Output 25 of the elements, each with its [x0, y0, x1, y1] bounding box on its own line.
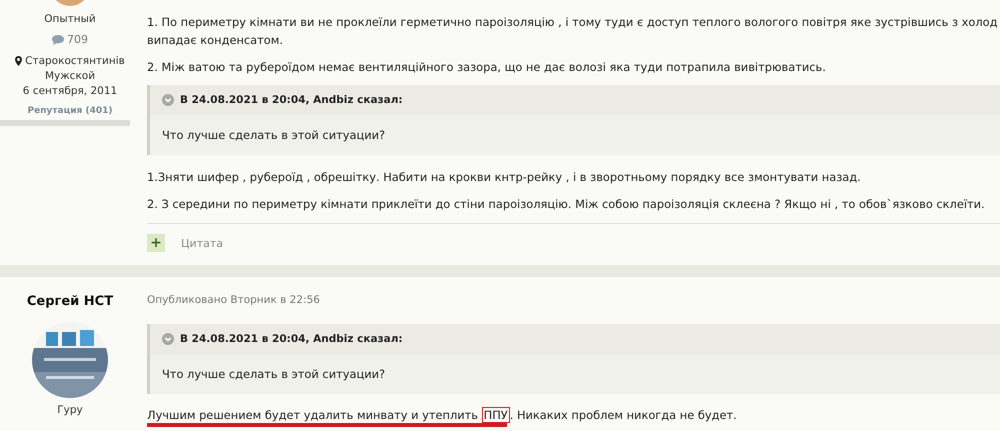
- map-pin-icon: [15, 56, 22, 66]
- member-rank: Опытный: [44, 12, 96, 26]
- quote-header: В 24.08.2021 в 20:04, Andbiz сказал:: [180, 333, 403, 345]
- member-rank: Гуру: [57, 403, 83, 417]
- author-name[interactable]: Сергей НСТ: [26, 294, 114, 310]
- quote-header: В 24.08.2021 в 20:04, Andbiz сказал:: [180, 94, 403, 106]
- quote-text: Что лучше сделать в этой ситуации?: [150, 115, 1000, 155]
- reputation-label: Репутация (401): [28, 105, 112, 117]
- post-text: 1. По периметру кімнати ви не проклеїли герметично пароізоляцію , і тому туди є доступ теплого вологого повітря яке зустрівшись з холод: [147, 14, 998, 31]
- chevron-icon[interactable]: [162, 333, 174, 345]
- post-text: випадає конденсатом.: [147, 32, 284, 49]
- post-text: Лучшим решением будет удалить минвату и утеплить ППУ . Никаких проблем никогда не будет.: [147, 407, 738, 423]
- post-count: 709: [67, 33, 88, 47]
- chevron-icon[interactable]: [162, 94, 174, 106]
- add-quote-button[interactable]: +: [147, 234, 165, 252]
- join-date: 6 сентября, 2011: [22, 84, 118, 98]
- quote-link[interactable]: Цитата: [181, 236, 223, 250]
- post-text: 2. З середини по периметру кімнати приклеїти до стіни пароізоляцію. Між собою пароізоляція склеєна ? Якщо ні , то обов`язково склеїти.: [147, 196, 986, 213]
- member-location: Старокостянтинів: [25, 54, 125, 68]
- member-gender: Мужской: [44, 69, 96, 83]
- quote-text: Что лучше сделать в этой ситуации?: [150, 354, 1000, 394]
- comment-icon: [52, 35, 64, 45]
- post-text: 1.Зняти шифер , рубероїд , обрешітку. Набити на крокви кнтр-рейку , і в зворотньому порядку все змонтувати назад.: [147, 169, 862, 186]
- post-text: 2. Між ватою та рубероїдом немає вентиляційного зазора, що не дає волозі яка туди потрапила вивітрюватись.: [147, 59, 827, 76]
- publish-date: Опубликовано Вторник в 22:56: [147, 294, 321, 307]
